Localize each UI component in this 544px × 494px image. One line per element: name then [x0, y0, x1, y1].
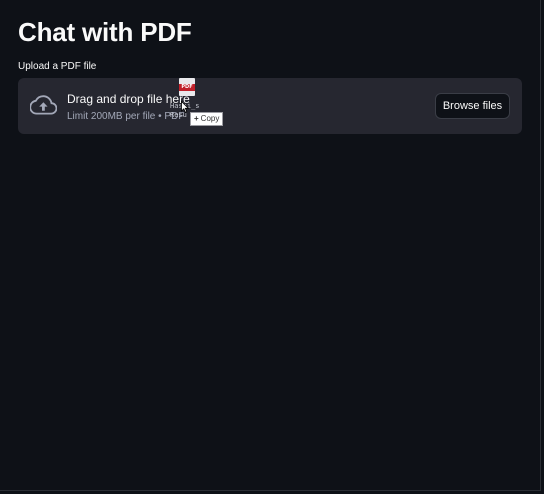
file-uploader-label: Upload a PDF file [18, 61, 97, 72]
mouse-cursor-icon [181, 101, 189, 113]
dropzone-subtitle: Limit 200MB per file • PDF [67, 111, 185, 122]
file-pdf-icon: PDF [179, 78, 195, 96]
cloud-upload-icon [30, 95, 57, 115]
copy-tooltip-label: Copy [200, 114, 220, 123]
file-dropzone[interactable]: Drag and drop file here Limit 200MB per … [18, 78, 522, 134]
copy-drop-tooltip: + Copy [190, 112, 224, 126]
pdf-badge: PDF [179, 84, 195, 91]
browse-files-button[interactable]: Browse files [435, 93, 510, 119]
page-title: Chat with PDF [18, 17, 192, 47]
plus-icon: + [194, 114, 199, 123]
drag-ghost: PDF Hashi_s Resu +Copy [170, 78, 232, 128]
app-main: Chat with PDF Upload a PDF file Drag and… [0, 0, 541, 491]
